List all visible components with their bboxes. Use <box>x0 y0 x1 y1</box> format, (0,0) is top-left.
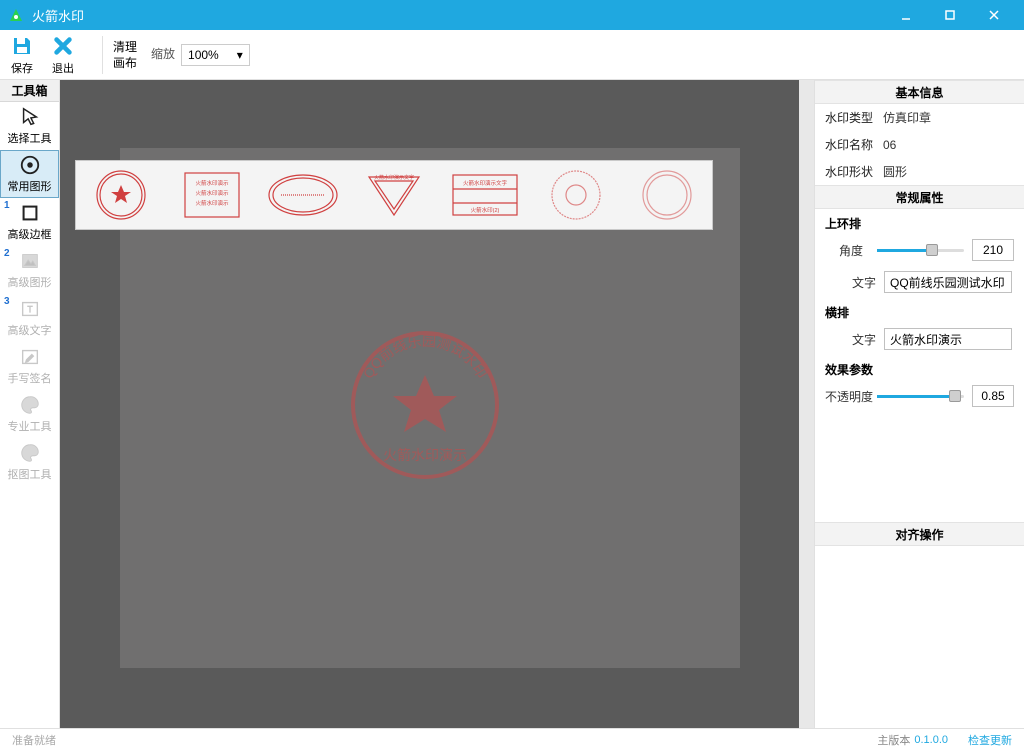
save-icon <box>10 34 34 58</box>
save-label: 保存 <box>11 60 33 76</box>
tool-label: 高级文字 <box>8 322 52 338</box>
prop-row: 水印名称06 <box>815 131 1024 158</box>
section-basic-header: 基本信息 <box>815 80 1024 104</box>
section-common-header: 常规属性 <box>815 185 1024 209</box>
upper-text-label: 文字 <box>839 274 884 291</box>
image-icon <box>19 250 41 272</box>
gallery-item[interactable] <box>621 165 712 225</box>
separator <box>102 36 103 74</box>
tool-label: 专业工具 <box>8 418 52 434</box>
svg-text:火箭水印演示: 火箭水印演示 <box>196 199 230 207</box>
toolbox-palette[interactable]: 抠图工具 <box>0 438 59 486</box>
app-title: 火箭水印 <box>32 6 884 25</box>
titlebar: 火箭水印 <box>0 0 1024 30</box>
palette-icon <box>19 442 41 464</box>
gallery-item[interactable] <box>76 165 167 225</box>
tool-label: 高级图形 <box>8 274 52 290</box>
svg-text:QQ前线乐园测试水印: QQ前线乐园测试水印 <box>360 333 491 381</box>
svg-text:火箭水印(2): 火箭水印(2) <box>470 206 499 214</box>
toolbox-palette[interactable]: 专业工具 <box>0 390 59 438</box>
toolbox-image[interactable]: 2高级图形 <box>0 246 59 294</box>
app-icon <box>8 7 24 23</box>
svg-text:火箭水印演示: 火箭水印演示 <box>196 179 230 187</box>
gallery-item[interactable] <box>530 165 621 225</box>
subsection-horiz: 横排 <box>815 298 1024 323</box>
minimize-button[interactable] <box>884 0 928 30</box>
gallery-item[interactable]: 火箭水印演示文字火箭水印(2) <box>439 165 530 225</box>
toolbox-text-box[interactable]: 3高级文字 <box>0 294 59 342</box>
upper-text-input[interactable] <box>884 271 1012 293</box>
toolbox-cursor[interactable]: 选择工具 <box>0 102 59 150</box>
subsection-upper: 上环排 <box>815 209 1024 234</box>
section-align-header: 对齐操作 <box>815 522 1024 546</box>
tool-label: 选择工具 <box>8 130 52 146</box>
opacity-label: 不透明度 <box>825 388 877 405</box>
circle-dot-icon <box>19 154 41 176</box>
svg-text:火箭水印演示: 火箭水印演示 <box>196 189 230 197</box>
toolbox-edit[interactable]: 手写签名 <box>0 342 59 390</box>
horiz-text-label: 文字 <box>839 331 884 348</box>
version-label: 主版本 <box>877 732 910 748</box>
status-text: 准备就绪 <box>12 732 56 748</box>
shape-gallery: 火箭水印演示火箭水印演示火箭水印演示 火箭水印演示文字 火箭水印演示文字火箭水印… <box>75 160 713 230</box>
clear-canvas-button[interactable]: 清理 画布 <box>113 38 137 71</box>
section-effect-header: 效果参数 <box>815 355 1024 380</box>
exit-button[interactable]: 退出 <box>52 34 74 76</box>
tool-label: 抠图工具 <box>8 466 52 482</box>
angle-label: 角度 <box>839 242 877 259</box>
opacity-slider[interactable] <box>877 387 964 405</box>
toolbox: 工具箱 选择工具常用图形 1高级边框2高级图形3高级文字手写签名专业工具抠图工具 <box>0 80 60 728</box>
stamp-preview[interactable]: QQ前线乐园测试水印 火箭水印演示 <box>340 320 510 490</box>
tool-label: 高级边框 <box>8 226 52 242</box>
ribbon: 保存 退出 清理 画布 缩放 100% ▾ <box>0 30 1024 80</box>
statusbar: 准备就绪 主版本 0.1.0.0 检查更新 <box>0 728 1024 750</box>
vertical-scrollbar[interactable] <box>799 80 814 728</box>
check-update-link[interactable]: 检查更新 <box>968 732 1012 748</box>
text-box-icon <box>19 298 41 320</box>
gallery-item[interactable]: 火箭水印演示火箭水印演示火箭水印演示 <box>167 165 258 225</box>
horiz-text-input[interactable] <box>884 328 1012 350</box>
toolbox-circle-dot[interactable]: 常用图形 <box>0 150 59 198</box>
cursor-icon <box>19 106 41 128</box>
angle-input[interactable] <box>972 239 1014 261</box>
chevron-down-icon: ▾ <box>237 48 243 62</box>
clear-label: 清理 画布 <box>113 40 137 71</box>
properties-panel: 基本信息 水印类型仿真印章 水印名称06 水印形状圆形 常规属性 上环排 角度 … <box>814 80 1024 728</box>
prop-row: 水印形状圆形 <box>815 158 1024 185</box>
close-button[interactable] <box>972 0 1016 30</box>
save-button[interactable]: 保存 <box>10 34 34 76</box>
svg-text:火箭水印演示文字: 火箭水印演示文字 <box>374 174 414 181</box>
svg-text:火箭水印演示: 火箭水印演示 <box>383 447 467 463</box>
tool-label: 常用图形 <box>8 178 52 194</box>
square-icon <box>19 202 41 224</box>
maximize-button[interactable] <box>928 0 972 30</box>
palette-icon <box>19 394 41 416</box>
gallery-item[interactable] <box>258 165 349 225</box>
toolbox-header: 工具箱 <box>0 80 59 102</box>
exit-label: 退出 <box>52 60 74 76</box>
zoom-label: 缩放 <box>151 47 175 61</box>
zoom-value: 100% <box>188 48 219 62</box>
angle-slider[interactable] <box>877 241 964 259</box>
prop-row: 水印类型仿真印章 <box>815 104 1024 131</box>
zoom-select[interactable]: 100% ▾ <box>181 44 250 66</box>
canvas-area[interactable]: 火箭水印演示火箭水印演示火箭水印演示 火箭水印演示文字 火箭水印演示文字火箭水印… <box>60 80 814 728</box>
toolbox-square[interactable]: 1高级边框 <box>0 198 59 246</box>
version-value: 0.1.0.0 <box>914 734 948 746</box>
gallery-item[interactable]: 火箭水印演示文字 <box>349 165 440 225</box>
opacity-input[interactable] <box>972 385 1014 407</box>
edit-icon <box>19 346 41 368</box>
tool-label: 手写签名 <box>8 370 52 386</box>
exit-icon <box>52 34 74 58</box>
svg-text:火箭水印演示文字: 火箭水印演示文字 <box>463 179 508 187</box>
